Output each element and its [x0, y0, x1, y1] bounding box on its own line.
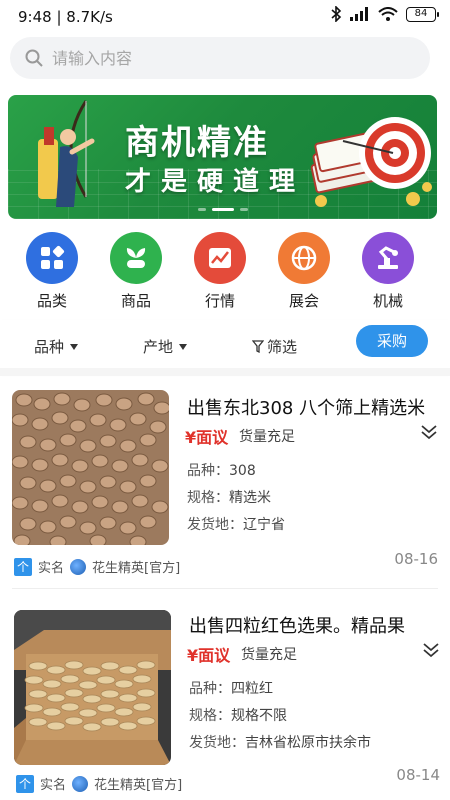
caret-down-icon [179, 343, 188, 350]
banner-subheadline: 才是硬道理 [125, 167, 306, 197]
sprout-icon [110, 232, 162, 284]
category-label: 机械 [372, 292, 403, 310]
listing-date: 08-16 [394, 550, 438, 568]
attr-key: 品种： [187, 463, 229, 479]
purchase-button[interactable]: 采购 [356, 325, 428, 357]
target-money-icon [310, 117, 432, 207]
signal-icon [350, 7, 368, 21]
verified-label: 实名 [40, 778, 67, 793]
battery-icon: 84 [406, 6, 439, 22]
category-zhanhui[interactable]: 展会 [262, 232, 346, 312]
funnel-icon [252, 340, 264, 353]
verified-badge-icon: 个 [14, 557, 32, 576]
search-input[interactable] [52, 48, 392, 68]
listing-price: ¥面议 [185, 428, 229, 447]
listing-date: 08-14 [396, 766, 440, 784]
filter-origin-dropdown[interactable]: 产地 [143, 336, 188, 357]
archer-illustration-icon [38, 100, 95, 207]
attr-key: 发货地： [187, 517, 243, 533]
attr-key: 发货地： [189, 735, 245, 751]
grid-icon [26, 232, 78, 284]
listing-stock: 货量充足 [239, 429, 295, 445]
promo-banner[interactable]: 商机精准 才是硬道理 [8, 95, 437, 219]
listing-card[interactable]: 出售东北308 八个筛上精选米 ¥面议 货量充足 品种：308 规格：精选米 发… [0, 376, 450, 589]
peanut-kernels-thumbnail[interactable] [12, 390, 169, 545]
pager-dot [239, 208, 248, 211]
category-hangqing[interactable]: 行情 [178, 232, 262, 312]
category-jixie[interactable]: 机械 [346, 232, 430, 312]
status-bar: 9:48 | 8.7K/s 84 [0, 0, 450, 34]
search-icon [25, 49, 43, 67]
attr-key: 品种： [189, 681, 231, 697]
attr-value: 规格不限 [231, 708, 287, 724]
filter-origin-label: 产地 [143, 338, 174, 356]
listing-price: ¥面议 [187, 646, 231, 665]
attr-value: 辽宁省 [243, 517, 285, 533]
verified-badge-icon: 个 [16, 774, 34, 793]
seller-info: 个 实名 花生精英[官方] [14, 557, 180, 576]
attr-key: 规格： [187, 490, 229, 506]
filter-variety-dropdown[interactable]: 品种 [34, 336, 79, 357]
double-chevron-down-icon[interactable] [422, 642, 440, 658]
category-label: 品类 [36, 292, 67, 310]
search-bar[interactable] [10, 37, 430, 79]
seller-name[interactable]: 花生精英[官方] [92, 557, 180, 576]
listing-card[interactable]: 出售四粒红色选果。精品果 ¥面议 货量充足 品种：四粒红 规格：规格不限 发货地… [0, 596, 450, 800]
seller-name[interactable]: 花生精英[官方] [94, 774, 182, 793]
attr-key: 规格： [189, 708, 231, 724]
banner-headline: 商机精准 [125, 123, 269, 163]
filter-variety-label: 品种 [34, 338, 65, 356]
attr-value: 精选米 [229, 490, 271, 506]
status-icons: 84 [330, 6, 439, 22]
banner-pager [8, 208, 437, 211]
bluetooth-icon [331, 6, 342, 22]
verified-label: 实名 [38, 561, 65, 576]
listing-title[interactable]: 出售四粒红色选果。精品果 [189, 612, 439, 638]
seller-avatar-icon [72, 775, 89, 792]
status-time-speed: 9:48 | 8.7K/s [18, 8, 113, 26]
attr-value: 308 [229, 463, 256, 479]
filter-bar: 品种 产地 筛选 采购 [0, 320, 450, 368]
caret-down-icon [70, 343, 79, 350]
category-pinlei[interactable]: 品类 [10, 232, 94, 312]
listing-ship-from: 发货地：辽宁省 [187, 514, 285, 534]
listing-variety: 品种：四粒红 [189, 678, 273, 698]
machine-arm-icon [362, 232, 414, 284]
listing-ship-from: 发货地：吉林省松原市扶余市 [189, 732, 371, 752]
listing-variety: 品种：308 [187, 460, 256, 480]
category-nav: 品类 商品 行情 展会 机械 [0, 232, 450, 312]
trend-chart-icon [194, 232, 246, 284]
listing-title[interactable]: 出售东北308 八个筛上精选米 [187, 394, 437, 420]
category-label: 展会 [288, 292, 319, 310]
globe-icon [278, 232, 330, 284]
pager-dot [197, 208, 206, 211]
listing-stock: 货量充足 [241, 647, 297, 663]
peanut-box-thumbnail[interactable] [14, 610, 171, 765]
filter-button[interactable]: 筛选 [252, 336, 297, 357]
pager-dot-active [211, 208, 234, 211]
filter-label: 筛选 [267, 338, 298, 356]
category-label: 行情 [204, 292, 235, 310]
seller-info: 个 实名 花生精英[官方] [16, 774, 182, 793]
double-chevron-down-icon[interactable] [420, 424, 438, 440]
section-divider [0, 368, 450, 376]
listing-spec: 规格：规格不限 [189, 705, 287, 725]
attr-value: 四粒红 [231, 681, 273, 697]
category-label: 商品 [120, 292, 151, 310]
wifi-icon [378, 7, 398, 21]
seller-avatar-icon [70, 558, 87, 575]
category-shangpin[interactable]: 商品 [94, 232, 178, 312]
listing-spec: 规格：精选米 [187, 487, 271, 507]
attr-value: 吉林省松原市扶余市 [245, 735, 371, 751]
row-divider [12, 588, 438, 589]
